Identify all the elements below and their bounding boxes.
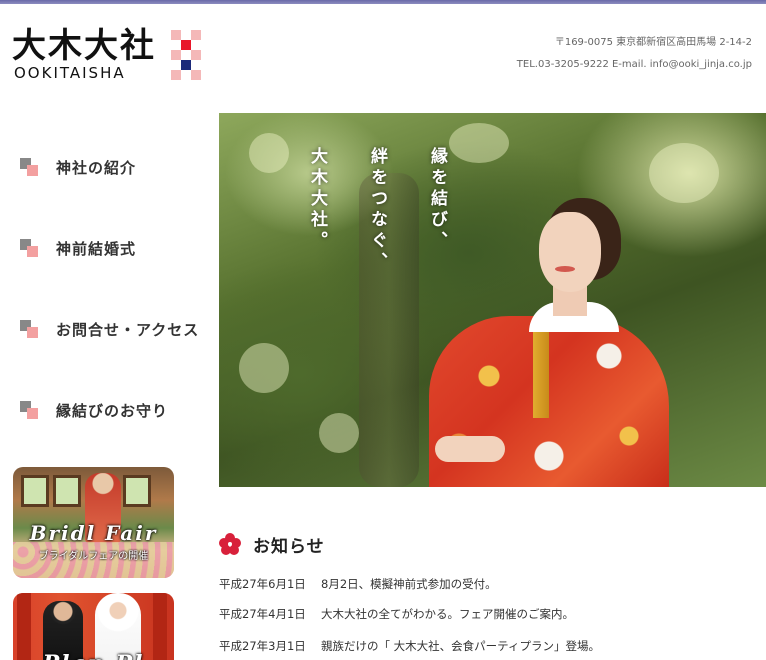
header-contact: 〒169-0075 東京都新宿区高田馬場 2-14-2 TEL.03-3205-… bbox=[517, 32, 752, 76]
news-date: 平成27年6月1日 bbox=[219, 577, 306, 591]
banner-title: Plan Pl bbox=[13, 651, 174, 660]
hands bbox=[435, 436, 505, 462]
nav-label: 縁結びのお守り bbox=[56, 401, 169, 420]
nav-item-shrine-intro[interactable]: 神社の紹介 bbox=[20, 152, 136, 182]
nav-label: お問合せ・アクセス bbox=[56, 320, 200, 339]
bridal-fair-banner[interactable]: Bridl Fair ブライダルフェアの開催 bbox=[13, 467, 174, 578]
banner-title: Bridl Fair bbox=[29, 521, 158, 545]
square-bullet-icon bbox=[20, 320, 38, 338]
bokeh bbox=[319, 413, 359, 453]
square-bullet-icon bbox=[20, 158, 38, 176]
news-heading: お知らせ bbox=[219, 532, 325, 557]
bokeh bbox=[239, 343, 289, 393]
news-text: 8月2日、模擬神前式参加の受付。 bbox=[321, 577, 497, 591]
news-date: 平成27年3月1日 bbox=[219, 639, 306, 653]
hero-image: 縁を結び、 絆をつなぐ、 大木大社。 bbox=[219, 113, 766, 487]
plum-blossom-icon bbox=[219, 533, 241, 555]
logo-checker-mark-icon bbox=[171, 30, 201, 80]
banner-subtitle: ブライダルフェアの開催 bbox=[38, 551, 149, 562]
contact-text: TEL.03-3205-9222 E-mail. info@ooki_jinja… bbox=[516, 59, 752, 70]
logo-kanji: 大木大社 bbox=[12, 26, 156, 66]
nav-item-shinto-wedding[interactable]: 神前結婚式 bbox=[20, 233, 136, 263]
news-text: 大木大社の全てがわかる。フェア開催のご案内。 bbox=[321, 607, 574, 621]
address-text: 〒169-0075 東京都新宿区高田馬場 2-14-2 bbox=[554, 37, 752, 48]
lips bbox=[555, 266, 575, 272]
bride-figure bbox=[95, 593, 141, 660]
logo-roman: OOKITAISHA bbox=[14, 64, 126, 82]
banner-window bbox=[53, 475, 81, 507]
hero-line-3: 大木大社。 bbox=[307, 147, 327, 252]
kimono-cord bbox=[533, 328, 549, 418]
news-item[interactable]: 平成27年3月1日 親族だけの「 大木大社、会食パーティプラン」登場。 bbox=[219, 636, 600, 656]
bokeh bbox=[249, 133, 289, 173]
square-bullet-icon bbox=[20, 401, 38, 419]
banner-window bbox=[123, 475, 151, 507]
nav-label: 神前結婚式 bbox=[56, 239, 137, 258]
nav-label: 神社の紹介 bbox=[56, 158, 137, 177]
plan-banner[interactable]: Plan Pl bbox=[13, 593, 174, 660]
torii-pillar bbox=[153, 593, 167, 660]
news-text: 親族だけの「 大木大社、会食パーティプラン」登場。 bbox=[321, 639, 600, 653]
square-bullet-icon bbox=[20, 239, 38, 257]
bokeh bbox=[449, 123, 509, 163]
news-item[interactable]: 平成27年4月1日 大木大社の全てがわかる。フェア開催のご案内。 bbox=[219, 604, 574, 624]
news-title: お知らせ bbox=[253, 536, 325, 557]
site-logo[interactable]: 大木大社 OOKITAISHA bbox=[12, 28, 212, 88]
banner-window bbox=[21, 475, 49, 507]
bokeh bbox=[649, 143, 719, 203]
nav-item-contact-access[interactable]: お問合せ・アクセス bbox=[20, 314, 199, 344]
news-date: 平成27年4月1日 bbox=[219, 607, 306, 621]
news-item[interactable]: 平成27年6月1日 8月2日、模擬神前式参加の受付。 bbox=[219, 574, 497, 594]
nav-item-charm[interactable]: 縁結びのお守り bbox=[20, 395, 168, 425]
woman-in-kimono bbox=[429, 198, 669, 487]
face bbox=[539, 212, 601, 292]
top-accent-bar bbox=[0, 0, 766, 4]
hero-line-2: 絆をつなぐ、 bbox=[367, 147, 387, 273]
torii-pillar bbox=[17, 593, 31, 660]
